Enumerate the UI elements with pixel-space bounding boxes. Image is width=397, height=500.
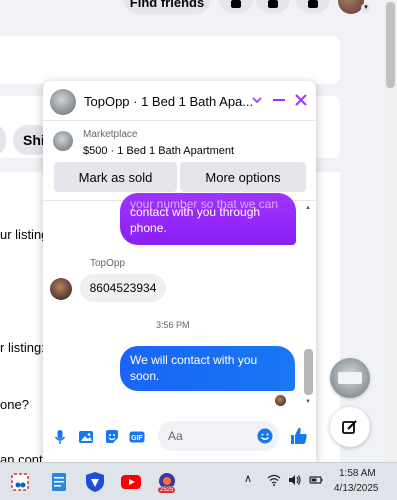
minimize-icon[interactable] xyxy=(272,93,286,107)
close-icon[interactable] xyxy=(293,92,309,108)
composer: GIF Aa xyxy=(43,413,316,462)
seen-avatar xyxy=(275,395,286,406)
like-icon[interactable] xyxy=(289,426,309,446)
more-options-button[interactable]: More options xyxy=(180,162,306,192)
bell-icon xyxy=(308,0,318,8)
chat-header[interactable]: TopOpp · 1 Bed 1 Bath Apa... xyxy=(43,81,316,121)
find-friends-button[interactable]: Find friends xyxy=(124,0,210,14)
snipping-tool-icon[interactable] xyxy=(9,471,31,493)
chat-scrollbar-thumb[interactable] xyxy=(304,349,313,395)
sender-avatar[interactable] xyxy=(50,278,72,300)
battery-icon[interactable] xyxy=(309,473,323,487)
sender-name: TopOpp xyxy=(90,258,126,269)
new-message-button[interactable] xyxy=(330,407,370,447)
messenger-icon xyxy=(268,0,278,8)
message-text: phone. xyxy=(130,221,167,235)
listing-title[interactable]: $500 · 1 Bed 1 Bath Apartment xyxy=(83,145,234,157)
chevron-down-icon[interactable]: ▾ xyxy=(361,3,371,13)
outgoing-message: We will contact with you soon. xyxy=(120,346,295,391)
shield-vpn-icon[interactable] xyxy=(84,471,106,493)
volume-icon[interactable] xyxy=(288,473,302,487)
message-input[interactable]: Aa xyxy=(158,421,279,451)
outgoing-message: your number so that we can contact with … xyxy=(120,193,296,245)
scroll-up-icon[interactable]: ▲ xyxy=(305,205,311,211)
page-scrollbar-thumb[interactable] xyxy=(386,2,395,88)
windows-taskbar: 2525 ∧ 1:58 AM 4/13/2025 xyxy=(0,462,397,500)
background-text: r listing: xyxy=(0,340,45,355)
wifi-icon[interactable] xyxy=(267,473,281,487)
compose-icon xyxy=(342,420,357,434)
chat-head-avatar[interactable] xyxy=(330,358,370,398)
chevron-up-icon[interactable]: ∧ xyxy=(244,472,252,485)
chevron-down-icon[interactable] xyxy=(251,93,263,107)
background-text: one? xyxy=(0,397,29,412)
listing-thumbnail[interactable] xyxy=(53,131,73,151)
scroll-down-icon[interactable]: ▼ xyxy=(305,399,311,405)
find-friends-label: Find friends xyxy=(129,0,205,10)
listing-category: Marketplace xyxy=(83,129,138,140)
emoji-icon[interactable] xyxy=(257,428,273,444)
chat-window: TopOpp · 1 Bed 1 Bath Apa... Marketplace… xyxy=(43,81,316,462)
grid-icon xyxy=(231,0,241,8)
message-text: contact with you through xyxy=(130,205,261,219)
clock-date[interactable]: 4/13/2025 xyxy=(334,483,379,494)
message-input-placeholder: Aa xyxy=(168,429,183,443)
gif-label: GIF xyxy=(131,435,143,442)
notepad-icon[interactable] xyxy=(48,471,70,493)
incoming-message: 8604523934 xyxy=(80,274,166,302)
chat-title[interactable]: TopOpp · 1 Bed 1 Bath Apa... xyxy=(84,94,253,109)
message-timestamp: 3:56 PM xyxy=(156,320,190,330)
mark-as-sold-button[interactable]: Mark as sold xyxy=(54,162,177,192)
youtube-icon[interactable] xyxy=(120,471,142,493)
message-text: 8604523934 xyxy=(89,281,157,295)
photo-icon[interactable] xyxy=(78,429,94,445)
clock-time[interactable]: 1:58 AM xyxy=(339,468,376,479)
listing-avatar[interactable] xyxy=(50,89,76,115)
content-card xyxy=(0,36,340,84)
microphone-icon[interactable] xyxy=(52,429,68,445)
notification-badge: 2525 xyxy=(158,487,176,493)
gif-icon[interactable]: GIF xyxy=(129,429,145,445)
message-text: soon. xyxy=(130,369,160,383)
background-text: ur listing xyxy=(0,227,49,242)
message-text: We will contact with you xyxy=(130,353,258,367)
sticker-icon[interactable] xyxy=(104,429,120,445)
